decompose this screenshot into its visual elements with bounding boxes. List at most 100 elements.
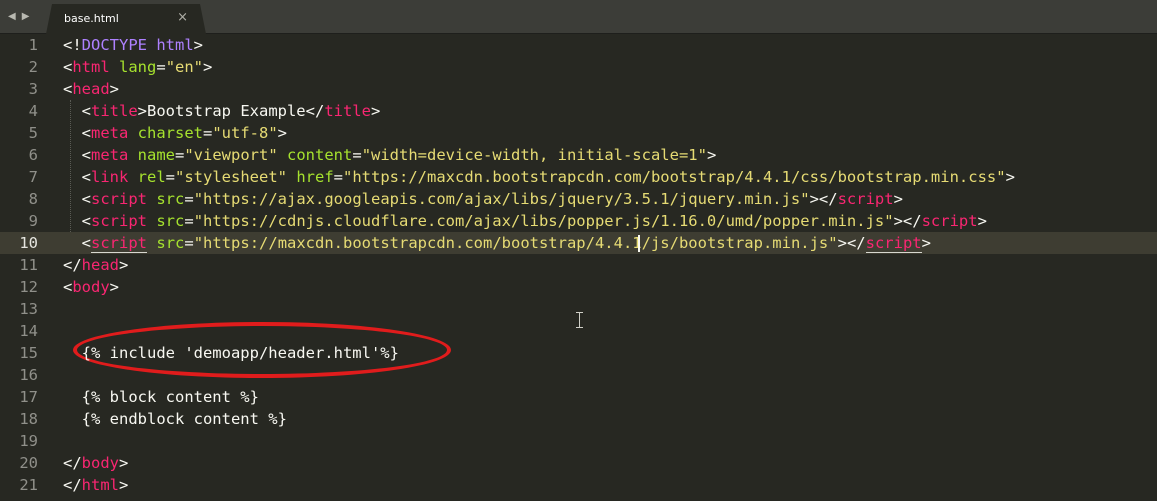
line-number: 5 <box>28 124 38 142</box>
back-arrow-icon[interactable]: ◀ <box>8 11 16 22</box>
code-token: {% include 'demoapp/header.html'%} <box>63 344 399 362</box>
code-token: head <box>81 256 119 274</box>
line-number: 11 <box>19 256 38 274</box>
code-token: href <box>296 168 334 186</box>
code-token: < <box>81 234 92 252</box>
code-line[interactable]: 9 < script src="https://cdnjs.cloudflare.… <box>0 210 1157 232</box>
line-number: 16 <box>19 366 38 384</box>
code-token: > <box>203 58 213 76</box>
code-token: > <box>109 278 120 296</box>
code-line[interactable]: 10 <script src="https://maxcdn.bootstrap… <box>0 232 1157 254</box>
code-token: "en" <box>165 58 204 76</box>
code-token: < <box>63 58 73 76</box>
line-number: 15 <box>19 344 38 362</box>
line-number: 4 <box>28 102 38 120</box>
code-token: > <box>119 454 129 472</box>
code-line[interactable]: 20 </body> <box>0 452 1157 474</box>
code-token: "width=device-width, initial-scale=1" <box>361 146 707 164</box>
code-line[interactable]: 4 <title>Bootstrap Example</title> <box>0 100 1157 122</box>
code-token: html <box>81 476 119 494</box>
code-token: meta <box>91 146 129 164</box>
code-line[interactable]: 19 <box>0 430 1157 452</box>
code-token: < <box>63 212 91 230</box>
line-number: 1 <box>28 36 38 54</box>
code-line[interactable]: 7 <link rel="stylesheet" href="https://m… <box>0 166 1157 188</box>
code-token: > <box>921 234 931 252</box>
code-line[interactable]: 18 {% endblock content %} <box>0 408 1157 430</box>
code-token: </ <box>63 256 82 274</box>
code-token: > <box>119 256 129 274</box>
code-line[interactable]: 17 {% block content %} <box>0 386 1157 408</box>
code-line[interactable]: 8 <script src="https://ajax.googleapis.c… <box>0 188 1157 210</box>
code-line[interactable]: 12 <body> <box>0 276 1157 298</box>
line-code: <html lang="en"> <box>63 56 212 78</box>
code-token: = <box>184 190 194 208</box>
line-code: <script src="https://ajax.googleapis.com… <box>63 188 903 210</box>
code-line[interactable]: 2 <html lang="en"> <box>0 56 1157 78</box>
code-token: rel <box>137 168 166 186</box>
code-line[interactable]: 16 <box>0 364 1157 386</box>
code-line[interactable]: 15 {% include 'demoapp/header.html'%} <box>0 342 1157 364</box>
forward-arrow-icon[interactable]: ▶ <box>22 11 30 22</box>
code-line[interactable]: 21 </html> <box>0 474 1157 496</box>
code-line[interactable]: 13 <box>0 298 1157 320</box>
tab-title: base.html <box>64 12 119 25</box>
line-code: <meta charset="utf-8"> <box>63 122 287 144</box>
code-token: "utf-8" <box>212 124 278 142</box>
code-token: = <box>333 168 344 186</box>
code-token: script <box>921 212 978 230</box>
code-token: < <box>63 168 91 186</box>
code-line[interactable]: 11 </head> <box>0 254 1157 276</box>
code-token: {% endblock content %} <box>63 410 287 428</box>
code-token: > <box>837 234 847 252</box>
tab-bar: ◀ ▶ base.html × <box>0 0 1157 34</box>
code-token: = <box>184 212 194 230</box>
code-line[interactable]: 5 <meta charset="utf-8"> <box>0 122 1157 144</box>
line-code: <title>Bootstrap Example</title> <box>63 100 381 122</box>
code-token: meta <box>91 124 129 142</box>
line-number: 2 <box>28 58 38 76</box>
line-number: 7 <box>28 168 38 186</box>
code-token: {% block content %} <box>63 388 259 406</box>
code-token: "https://maxcdn.bootstrapcdn.com/bootstr… <box>193 234 838 252</box>
code-line[interactable]: 3 <head> <box>0 78 1157 100</box>
code-token: = <box>203 124 213 142</box>
code-token: ></ <box>809 190 838 208</box>
code-token: > <box>370 102 381 120</box>
code-token: </ <box>63 454 82 472</box>
code-token: body <box>72 278 110 296</box>
line-number: 3 <box>28 80 38 98</box>
code-token: >Bootstrap Example</ <box>137 102 325 120</box>
line-number: 6 <box>28 146 38 164</box>
line-number: 19 <box>19 432 38 450</box>
code-token: = <box>184 234 194 252</box>
text-caret <box>638 235 640 252</box>
code-line[interactable]: 6 <meta name="viewport" content="width=d… <box>0 144 1157 166</box>
line-code: <meta name="viewport" content="width=dev… <box>63 144 717 166</box>
line-code: {% endblock content %} <box>63 408 287 430</box>
code-line[interactable]: 14 <box>0 320 1157 342</box>
code-token: script <box>91 190 147 208</box>
code-token: "https://cdnjs.cloudflare.com/ajax/libs/… <box>193 212 894 230</box>
code-editor[interactable]: 1 <!DOCTYPE html> 2 <html lang="en"> 3 <head>… <box>0 34 1157 501</box>
code-token: title <box>324 102 371 120</box>
line-number: 12 <box>19 278 38 296</box>
code-token: charset <box>137 124 203 142</box>
code-token: > <box>109 80 120 98</box>
line-code: <script src="https://maxcdn.bootstrapcdn… <box>63 232 931 254</box>
code-line[interactable]: 1 <!DOCTYPE html> <box>0 34 1157 56</box>
code-token: script <box>865 234 922 253</box>
line-number: 9 <box>28 212 38 230</box>
code-token: script <box>837 190 894 208</box>
code-token: > <box>977 212 987 230</box>
code-token: < <box>63 146 91 164</box>
tab-base-html[interactable]: base.html × <box>46 4 206 34</box>
line-number: 13 <box>19 300 38 318</box>
close-icon[interactable]: × <box>177 10 188 25</box>
code-token: < <box>63 278 73 296</box>
code-token: src <box>156 212 185 230</box>
